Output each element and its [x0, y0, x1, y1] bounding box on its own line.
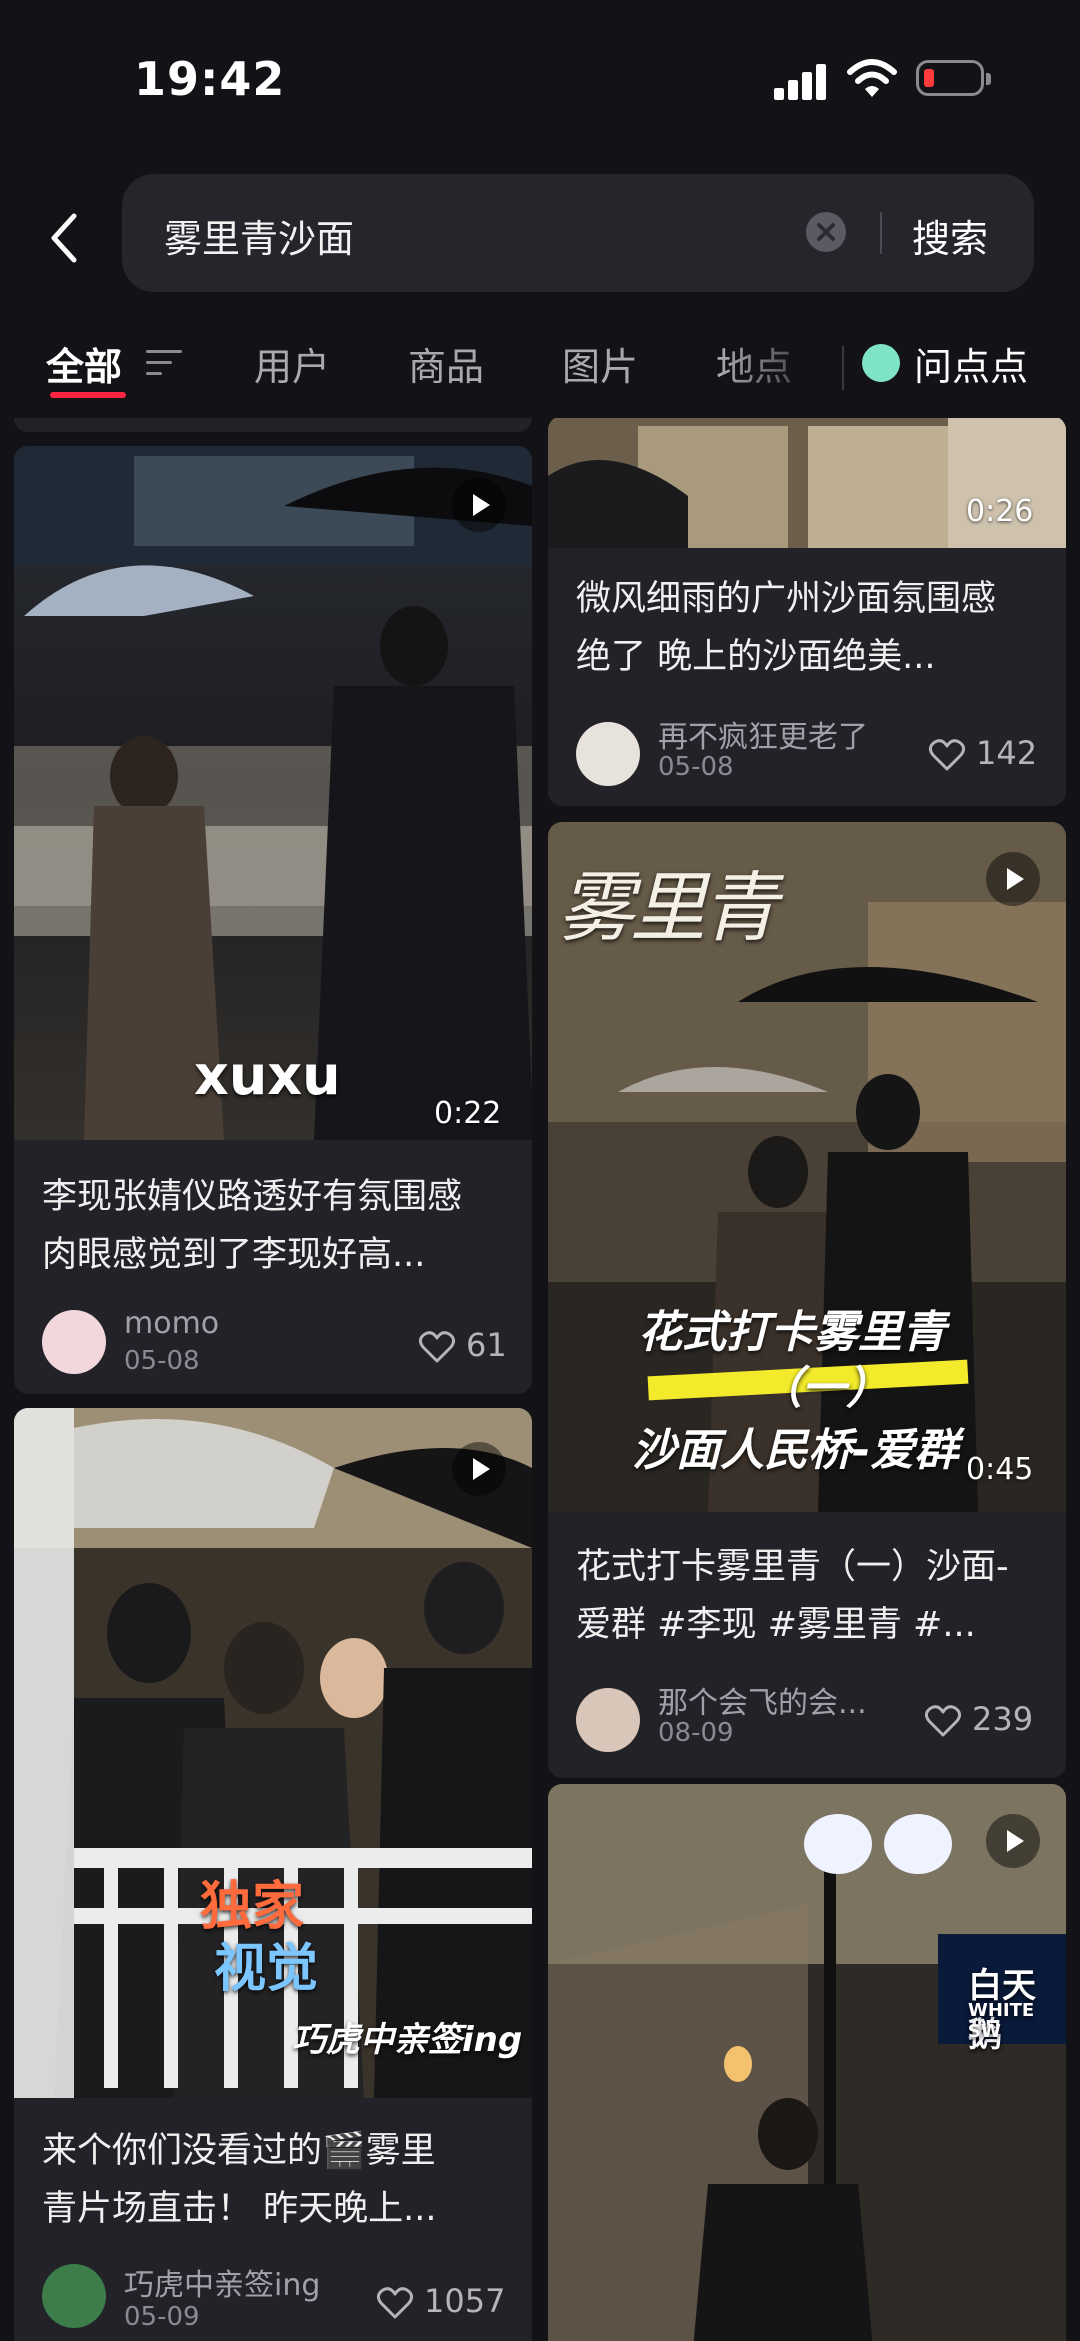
author-avatar[interactable]	[42, 1310, 106, 1374]
result-card[interactable]: 0:26 微风细雨的广州沙面氛围感 绝了 晚上的沙面绝美... 再不疯狂更老了 …	[548, 418, 1066, 806]
tab-fade	[720, 330, 840, 410]
author-avatar[interactable]	[576, 722, 640, 786]
cover-overlay-text: 雾里青	[558, 863, 778, 952]
video-cover-image	[548, 1784, 1066, 2341]
tab-separator	[842, 346, 844, 390]
author-avatar[interactable]	[576, 1688, 640, 1752]
cover-overlay-text: （一）	[758, 1363, 890, 1414]
result-card[interactable]: xuxu 0:22 李现张婧仪路透好有氛围感 肉眼感觉到了李现好高... mom…	[14, 446, 532, 1394]
heart-icon[interactable]	[924, 1704, 962, 1738]
cover-overlay-text: 巧虎中亲签ing	[292, 2020, 523, 2060]
tab-all[interactable]: 全部	[46, 336, 122, 391]
search-results-feed: xuxu 0:22 李现张婧仪路透好有氛围感 肉眼感觉到了李现好高... mom…	[0, 418, 1080, 2341]
result-card[interactable]: 白天鹅 WHITE SW	[548, 1784, 1066, 2341]
tab-images[interactable]: 图片	[562, 336, 638, 391]
wifi-icon	[847, 59, 897, 97]
clear-icon[interactable]	[806, 212, 846, 252]
video-play-icon	[986, 1814, 1040, 1868]
like-count: 142	[976, 734, 1038, 772]
tab-users[interactable]: 用户	[254, 336, 330, 391]
video-duration: 0:26	[966, 494, 1034, 529]
like-count: 61	[466, 1326, 507, 1364]
author-avatar[interactable]	[42, 2264, 106, 2328]
search-button[interactable]: 搜索	[912, 208, 988, 263]
search-divider	[880, 212, 882, 254]
filter-icon[interactable]	[146, 348, 184, 378]
result-card[interactable]: 独家 视觉 巧虎中亲签ing 来个你们没看过的🎬雾里 青片场直击！ 昨天晚上..…	[14, 1408, 532, 2341]
status-bar: 19:42	[0, 0, 1080, 160]
video-play-icon	[452, 1442, 506, 1496]
post-date: 05-09	[124, 2302, 200, 2332]
heart-icon[interactable]	[376, 2286, 414, 2320]
cover-overlay-text: 花式打卡雾里青	[638, 1307, 946, 1358]
post-date: 08-09	[658, 1718, 734, 1748]
author-name[interactable]: momo	[124, 1306, 219, 1341]
result-card[interactable]: 雾里青 花式打卡雾里青 （一） 沙面人民桥-爱群 0:45 花式打卡雾里青（一）…	[548, 822, 1066, 1778]
cover-overlay-text: WHITE SW	[968, 2000, 1035, 2042]
battery-low-icon	[916, 60, 991, 96]
tab-products[interactable]: 商品	[408, 336, 484, 391]
like-count: 1057	[424, 2282, 506, 2320]
card-title: 花式打卡雾里青（一）沙面- 爱群 #李现 #雾里青 #...	[576, 1547, 1009, 1645]
chevron-left-icon[interactable]	[44, 210, 84, 266]
status-time: 19:42	[134, 52, 286, 106]
author-name[interactable]: 巧虎中亲签ing	[124, 2260, 320, 2304]
search-input[interactable]: 雾里青沙面 搜索	[122, 174, 1034, 292]
video-play-icon	[452, 478, 506, 532]
video-play-icon	[986, 852, 1040, 906]
signal-icon	[774, 60, 828, 100]
heart-icon[interactable]	[928, 738, 966, 772]
active-tab-indicator	[50, 392, 126, 398]
author-name[interactable]: 那个会飞的会...	[658, 1678, 867, 1722]
search-query[interactable]: 雾里青沙面	[164, 208, 354, 263]
cover-overlay-text: xuxu	[194, 1044, 341, 1107]
post-date: 05-08	[658, 752, 734, 782]
post-date: 05-08	[124, 1346, 200, 1376]
author-name[interactable]: 再不疯狂更老了	[658, 712, 868, 756]
card-title: 微风细雨的广州沙面氛围感 绝了 晚上的沙面绝美...	[576, 579, 997, 677]
card-title: 来个你们没看过的🎬雾里 青片场直击！ 昨天晚上...	[42, 2131, 437, 2229]
card-title: 李现张婧仪路透好有氛围感 肉眼感觉到了李现好高...	[42, 1177, 463, 1275]
video-cover-image	[14, 446, 532, 1140]
video-duration: 0:22	[434, 1096, 502, 1131]
search-bar: 雾里青沙面 搜索	[0, 174, 1080, 294]
filter-tabs: 全部 用户 商品 图片 地点 问点点	[0, 330, 1080, 410]
cover-overlay-text: 沙面人民桥-爱群	[632, 1425, 959, 1476]
tab-ask[interactable]: 问点点	[914, 336, 1028, 391]
cover-overlay-text: 视觉	[214, 1939, 319, 1999]
ask-bubble-icon[interactable]	[862, 344, 900, 382]
heart-icon[interactable]	[418, 1330, 456, 1364]
result-card-partial[interactable]	[14, 418, 532, 432]
video-duration: 0:45	[966, 1452, 1034, 1487]
like-count: 239	[972, 1700, 1034, 1738]
